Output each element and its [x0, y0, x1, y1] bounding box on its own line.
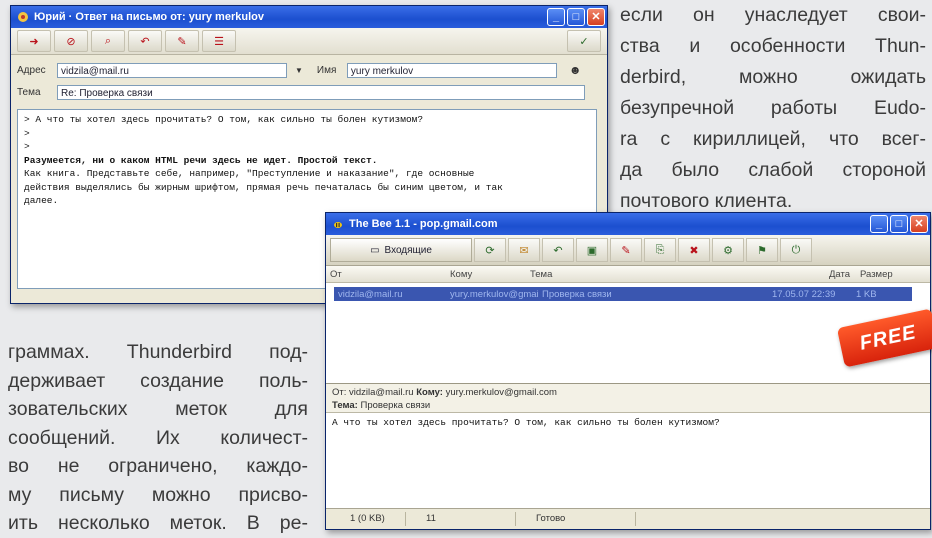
text-line: ra с кириллицей, что всег-	[620, 128, 926, 150]
text-line: сообщений. Их количест-	[8, 426, 308, 449]
subject-value: Проверка связи	[360, 400, 431, 411]
status-bar: 1 (0 KB) 11 Готово	[326, 508, 930, 529]
compose-icon[interactable]: ✉	[508, 238, 540, 262]
close-button[interactable]: ✕	[587, 8, 605, 26]
text-line: во не ограничено, каждо-	[8, 455, 308, 477]
text-line: если он унаследует свои-	[620, 4, 926, 26]
send-icon[interactable]: ➜	[17, 30, 51, 52]
text-line: ства и особенности Thun-	[620, 35, 926, 57]
preview-header: От: vidzila@mail.ru Кому: yury.merkulov@…	[326, 383, 930, 413]
text-line: му письму можно присво-	[8, 483, 308, 506]
row-from: vidzila@mail.ru	[338, 288, 403, 300]
bee-icon	[332, 218, 344, 230]
subject-label: Тема:	[332, 400, 358, 411]
options-icon[interactable]: ☰	[202, 30, 236, 52]
window-title: Юрий · Ответ на письмо от: yury merkulov	[34, 11, 264, 23]
to-row: Адрес vidzila@mail.ru ▼ Имя yury merkulo…	[11, 59, 607, 81]
settings-icon[interactable]: ⚙	[712, 238, 744, 262]
chevron-down-icon[interactable]: ▼	[295, 66, 303, 75]
row-size: 1 KB	[856, 288, 877, 300]
row-date: 17.05.07 22:39	[772, 288, 836, 300]
row-subject: Проверка связи	[542, 288, 612, 300]
text-line: да было слабой стороной	[620, 159, 926, 181]
to-field[interactable]: vidzila@mail.ru	[57, 62, 287, 78]
column-header[interactable]: Дата	[776, 269, 856, 280]
filter-icon[interactable]: ⚑	[746, 238, 778, 262]
status-total: 11	[406, 512, 516, 526]
text-line: derbird, можно ожидать	[620, 66, 926, 88]
minimize-button[interactable]: _	[547, 8, 565, 26]
text-line: ить несколько меток. В ре-	[8, 512, 308, 534]
exit-icon[interactable]: ⏻	[780, 238, 812, 262]
bee-toolbar: ▭ Входящие ⟳ ✉ ↶ ▣ ✎ ⎘ ✖ ⚙ ⚑ ⏻	[326, 235, 930, 266]
column-header[interactable]: От	[326, 269, 446, 280]
column-header[interactable]: Кому	[446, 269, 526, 280]
maximize-button[interactable]: □	[890, 215, 908, 233]
text-line: зовательских меток для	[8, 398, 308, 420]
app-icon	[17, 11, 29, 23]
reply-titlebar[interactable]: Юрий · Ответ на письмо от: yury merkulov…	[11, 6, 607, 28]
text-line: граммах. Thunderbird под-	[8, 341, 308, 363]
name-label: Имя	[316, 64, 337, 76]
edit-icon[interactable]: ✎	[610, 238, 642, 262]
from-label: От:	[332, 387, 347, 398]
name-field[interactable]: yury merkulov	[346, 62, 557, 78]
to-label: Адрес	[17, 64, 46, 76]
inbox-label: Входящие	[384, 244, 432, 256]
preview-text: А что ты хотел здесь прочитать? О том, к…	[332, 417, 720, 428]
spellcheck-icon[interactable]: ✓	[567, 30, 601, 52]
row-to: yury.merkulov@gmail.com	[450, 288, 538, 300]
message-list-header: От Кому Тема Дата Размер	[326, 266, 930, 283]
reply-toolbar: ➜ ⊘ ⌕ ↶ ✎ ☰ ✓	[11, 28, 607, 55]
body-line: >	[24, 141, 30, 152]
bee-window: The Bee 1.1 - pop.gmail.com _ □ ✕ ▭ Вход…	[325, 212, 931, 530]
bee-titlebar[interactable]: The Bee 1.1 - pop.gmail.com _ □ ✕	[326, 213, 930, 235]
body-line: действия выделялись бы жирным шрифтом, п…	[24, 181, 503, 193]
close-button[interactable]: ✕	[910, 215, 928, 233]
attach-icon[interactable]: ⌕	[91, 30, 125, 52]
magazine-text-right: если он унаследует свои- ства и особенно…	[620, 0, 926, 217]
body-line: Как книга. Представьте себе, например, "…	[24, 168, 475, 179]
to-value: yury.merkulov@gmail.com	[445, 387, 557, 398]
column-header[interactable]: Тема	[526, 269, 776, 280]
subject-field[interactable]: Re: Проверка связи	[57, 84, 585, 100]
status-count: 1 (0 KB)	[326, 512, 406, 526]
window-title: The Bee 1.1 - pop.gmail.com	[349, 218, 498, 230]
magazine-text-left: граммах. Thunderbird под- держивает созд…	[8, 338, 308, 538]
undo-icon[interactable]: ↶	[128, 30, 162, 52]
copy-icon[interactable]: ⎘	[644, 238, 676, 262]
inbox-icon: ▭	[370, 244, 380, 256]
contact-icon[interactable]: ☻	[569, 63, 582, 77]
body-line: >	[24, 127, 30, 139]
body-line: > А что ты хотел здесь прочитать? О том,…	[24, 114, 424, 125]
stop-icon[interactable]: ⊘	[54, 30, 88, 52]
text-line: держивает создание поль-	[8, 369, 308, 392]
status-text: Готово	[516, 512, 636, 526]
body-line: Разумеется, ни о каком HTML речи здесь н…	[24, 154, 378, 166]
reply-icon[interactable]: ↶	[542, 238, 574, 262]
to-label: Кому:	[416, 387, 443, 398]
delete-icon[interactable]: ✖	[678, 238, 710, 262]
save-icon[interactable]: ▣	[576, 238, 608, 262]
inbox-button[interactable]: ▭ Входящие	[330, 238, 472, 262]
table-row[interactable]: vidzila@mail.ru yury.merkulov@gmail.com …	[334, 287, 912, 301]
from-value: vidzila@mail.ru	[349, 387, 414, 398]
body-line: далее.	[24, 195, 59, 206]
address-book-icon[interactable]: ✎	[165, 30, 199, 52]
text-line: безупречной работы Eudo-	[620, 97, 926, 119]
subject-row: Тема Re: Проверка связи	[11, 81, 607, 103]
column-header[interactable]: Размер	[856, 269, 916, 280]
maximize-button[interactable]: □	[567, 8, 585, 26]
subject-label: Тема	[17, 86, 41, 98]
check-mail-icon[interactable]: ⟳	[474, 238, 506, 262]
minimize-button[interactable]: _	[870, 215, 888, 233]
